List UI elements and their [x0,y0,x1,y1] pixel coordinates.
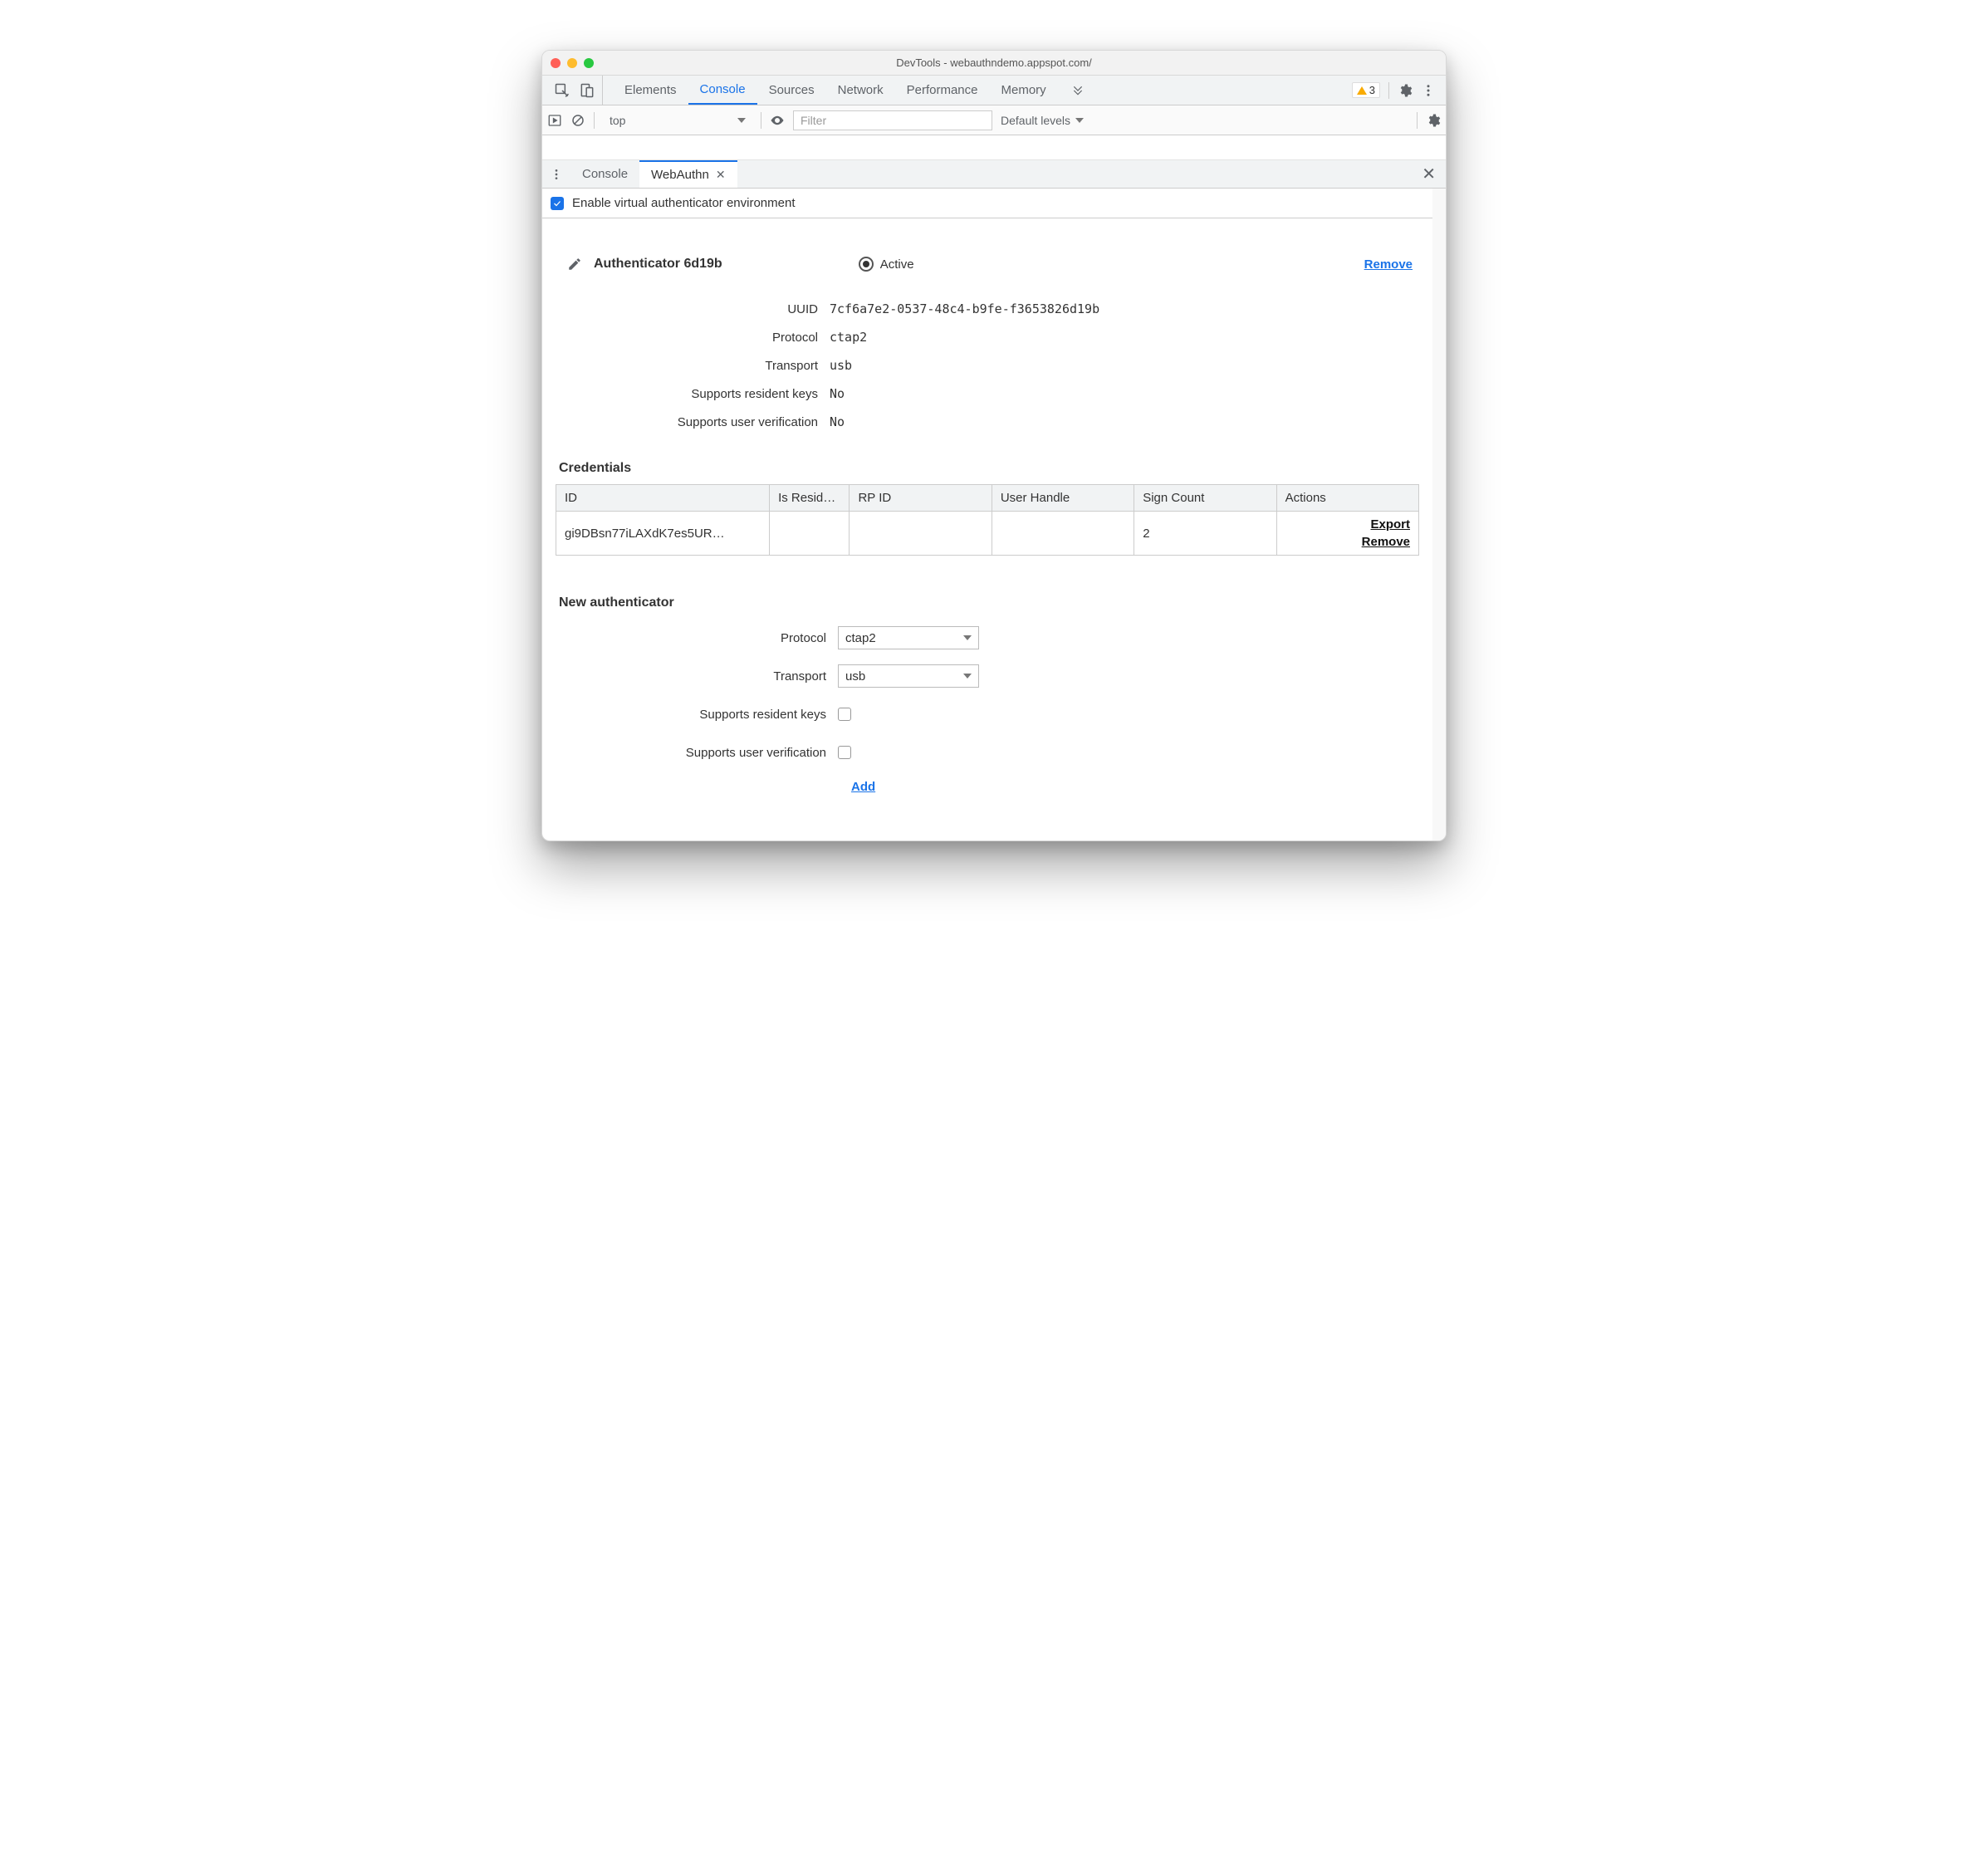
console-filter-input[interactable] [793,110,992,130]
warnings-badge[interactable]: 3 [1352,82,1380,98]
warning-icon [1357,86,1367,95]
new-transport-select[interactable]: usb [838,664,979,688]
drawer-tab-console[interactable]: Console [570,160,639,188]
new-protocol-label: Protocol [556,631,838,645]
chevron-down-icon [737,118,746,123]
active-radio[interactable]: Active [859,257,914,272]
tab-elements[interactable]: Elements [613,76,688,105]
remove-credential-link[interactable]: Remove [1285,535,1410,549]
execution-context-select[interactable]: top [603,109,752,132]
devtools-window: DevTools - webauthndemo.appspot.com/ Ele… [541,50,1447,841]
warnings-count: 3 [1369,84,1375,96]
transport-label: Transport [556,359,830,373]
credentials-title: Credentials [559,461,1419,476]
tab-memory[interactable]: Memory [990,76,1058,105]
resident-keys-value: No [830,386,845,401]
new-authenticator-title: New authenticator [559,595,1419,610]
more-options-icon[interactable] [1421,83,1436,98]
titlebar: DevTools - webauthndemo.appspot.com/ [542,51,1446,76]
divider [1388,82,1389,99]
close-window-button[interactable] [551,58,561,68]
drawer-tab-bar: Console WebAuthn ✕ ✕ [542,160,1446,189]
new-user-verification-checkbox[interactable] [838,746,851,759]
minimize-window-button[interactable] [567,58,577,68]
authenticator-name: Authenticator 6d19b [594,257,722,272]
col-actions[interactable]: Actions [1276,485,1418,512]
chevron-down-icon [963,635,972,640]
user-verification-label: Supports user verification [556,415,830,429]
col-is-resident[interactable]: Is Resid… [770,485,850,512]
context-value: top [610,114,625,127]
more-tabs-button[interactable] [1058,76,1098,105]
protocol-value: ctap2 [830,330,867,345]
main-tab-bar: Elements Console Sources Network Perform… [542,76,1446,105]
cred-is-resident [770,512,850,556]
export-credential-link[interactable]: Export [1285,517,1410,532]
resident-keys-label: Supports resident keys [556,387,830,401]
edit-name-icon[interactable] [567,257,582,272]
enable-virtual-auth-label: Enable virtual authenticator environment [572,196,796,210]
zoom-window-button[interactable] [584,58,594,68]
play-icon[interactable] [547,113,562,128]
cred-id: gi9DBsn77iLAXdK7es5UR… [556,512,770,556]
drawer-more-button[interactable] [542,160,570,188]
webauthn-panel: Enable virtual authenticator environment… [542,189,1446,840]
credentials-header-row: ID Is Resid… RP ID User Handle Sign Coun… [556,485,1419,512]
divider [594,112,595,129]
new-authenticator-section: New authenticator Protocol ctap2 Transpo… [556,595,1419,827]
inspect-element-icon[interactable] [554,82,570,99]
log-levels-select[interactable]: Default levels [1001,114,1084,127]
new-protocol-select[interactable]: ctap2 [838,626,979,649]
authenticator-header: Authenticator 6d19b Active Remove [556,232,1419,287]
new-user-verification-label: Supports user verification [556,746,838,760]
drawer-gap [542,135,1446,160]
new-transport-label: Transport [556,669,838,684]
console-toolbar: top Default levels [542,105,1446,135]
cred-actions: Export Remove [1276,512,1418,556]
divider [1417,112,1418,129]
new-resident-label: Supports resident keys [556,708,838,722]
add-authenticator-button[interactable]: Add [851,780,875,794]
authenticator-properties: UUID 7cf6a7e2-0537-48c4-b9fe-f3653826d19… [556,295,1419,436]
credentials-table: ID Is Resid… RP ID User Handle Sign Coun… [556,484,1419,556]
cred-rp-id [850,512,992,556]
radio-icon [859,257,874,272]
uuid-label: UUID [556,302,830,316]
enable-virtual-auth-checkbox[interactable] [551,197,564,210]
col-user-handle[interactable]: User Handle [992,485,1134,512]
enable-virtual-auth-row: Enable virtual authenticator environment [542,189,1432,218]
col-sign-count[interactable]: Sign Count [1134,485,1276,512]
cred-sign-count: 2 [1134,512,1276,556]
settings-icon[interactable] [1398,83,1413,98]
col-rp-id[interactable]: RP ID [850,485,992,512]
chevron-down-icon [963,674,972,679]
tab-network[interactable]: Network [826,76,895,105]
table-row: gi9DBsn77iLAXdK7es5UR… 2 Export Remove [556,512,1419,556]
close-drawer-button[interactable]: ✕ [1412,164,1446,184]
col-id[interactable]: ID [556,485,770,512]
clear-console-icon[interactable] [570,113,585,128]
user-verification-value: No [830,414,845,429]
protocol-label: Protocol [556,331,830,345]
transport-value: usb [830,358,852,373]
window-controls [551,58,594,68]
drawer-tab-webauthn[interactable]: WebAuthn ✕ [639,160,737,188]
tab-console[interactable]: Console [688,76,757,105]
live-expression-icon[interactable] [770,113,785,128]
device-toolbar-icon[interactable] [579,82,595,99]
scrollbar[interactable] [1432,189,1446,840]
active-label: Active [880,257,914,272]
tab-sources[interactable]: Sources [757,76,826,105]
remove-authenticator-link[interactable]: Remove [1364,257,1413,272]
close-tab-icon[interactable]: ✕ [716,168,726,182]
chevron-down-icon [1075,118,1084,123]
uuid-value: 7cf6a7e2-0537-48c4-b9fe-f3653826d19b [830,301,1099,316]
new-resident-checkbox[interactable] [838,708,851,721]
tab-performance[interactable]: Performance [895,76,990,105]
window-title: DevTools - webauthndemo.appspot.com/ [542,56,1446,69]
console-settings-icon[interactable] [1426,113,1441,128]
cred-user-handle [992,512,1134,556]
